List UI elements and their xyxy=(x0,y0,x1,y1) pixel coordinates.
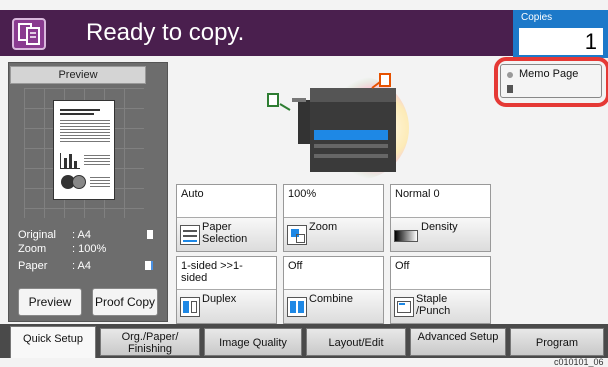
zoom-tile[interactable]: 100% Zoom xyxy=(283,184,384,252)
zoom-value: : 100% xyxy=(72,243,107,255)
proof-copy-button[interactable]: Proof Copy xyxy=(92,288,158,316)
zoom-label: Zoom xyxy=(18,243,47,255)
zoom-tile-value: 100% xyxy=(288,188,317,200)
copies-panel[interactable]: Copies 1 xyxy=(513,10,608,58)
combine-value: Off xyxy=(288,260,303,272)
paper-selection-label: Paper Selection xyxy=(202,221,248,245)
density-button[interactable]: Density xyxy=(391,217,490,251)
combine-tile[interactable]: Off Combine xyxy=(283,256,384,324)
original-label: Original xyxy=(18,229,56,241)
staple-punch-label: Staple /Punch xyxy=(416,293,451,317)
preview-page-thumbnail xyxy=(53,100,115,200)
combine-button[interactable]: Combine xyxy=(284,289,383,323)
paper-size-icon xyxy=(145,261,153,270)
memo-page-icon xyxy=(507,85,513,93)
duplex-value: 1-sided >>1-sided xyxy=(181,260,243,284)
density-tile[interactable]: Normal 0 Density xyxy=(390,184,491,252)
copies-label: Copies xyxy=(521,12,553,23)
staple-punch-button[interactable]: Staple /Punch xyxy=(391,289,490,323)
combine-label: Combine xyxy=(309,293,354,305)
zoom-icon xyxy=(287,225,307,245)
staple-icon xyxy=(394,297,414,317)
paper-value: : A4 xyxy=(72,260,91,272)
tab-advanced-setup[interactable]: Advanced Setup xyxy=(410,328,506,356)
figure-code: c010101_06 xyxy=(554,357,604,367)
status-dot-icon xyxy=(507,72,513,78)
paper-selection-tile[interactable]: Auto Paper Selection xyxy=(176,184,277,252)
tab-program[interactable]: Program xyxy=(510,328,604,356)
copy-icon xyxy=(12,18,46,50)
memo-page-label: Memo Page xyxy=(519,68,579,80)
paper-label: Paper xyxy=(18,260,48,272)
combine-icon xyxy=(287,297,307,317)
zoom-button[interactable]: Zoom xyxy=(284,217,383,251)
tab-quick-setup[interactable]: Quick Setup xyxy=(10,326,96,358)
tab-layout-edit[interactable]: Layout/Edit xyxy=(306,328,406,356)
preview-button[interactable]: Preview xyxy=(18,288,82,316)
duplex-icon xyxy=(180,297,200,317)
zoom-label: Zoom xyxy=(309,221,338,233)
density-label: Density xyxy=(421,221,458,233)
density-value: Normal 0 xyxy=(395,188,440,200)
original-value: : A4 xyxy=(72,229,91,241)
density-icon xyxy=(394,230,418,242)
tab-image-quality[interactable]: Image Quality xyxy=(204,328,302,356)
duplex-button[interactable]: Duplex xyxy=(177,289,276,323)
paper-selection-value: Auto xyxy=(181,188,204,200)
copy-screen: Ready to copy. Copies 1 Preview Original… xyxy=(0,0,608,367)
preview-title: Preview xyxy=(10,66,146,84)
copies-count[interactable]: 1 xyxy=(519,28,603,55)
staple-punch-tile[interactable]: Off Staple /Punch xyxy=(390,256,491,324)
duplex-tile[interactable]: 1-sided >>1-sided Duplex xyxy=(176,256,277,324)
duplex-label: Duplex xyxy=(202,293,237,305)
memo-page-button[interactable]: Memo Page xyxy=(500,64,602,98)
portrait-icon xyxy=(147,230,153,239)
paper-selection-button[interactable]: Paper Selection xyxy=(177,217,276,251)
paper-icon xyxy=(180,225,200,245)
status-message: Ready to copy. xyxy=(86,19,245,46)
printer-illustration xyxy=(262,70,412,180)
tab-org-paper-finishing[interactable]: Org./Paper/ Finishing xyxy=(100,328,200,356)
staple-punch-value: Off xyxy=(395,260,410,272)
